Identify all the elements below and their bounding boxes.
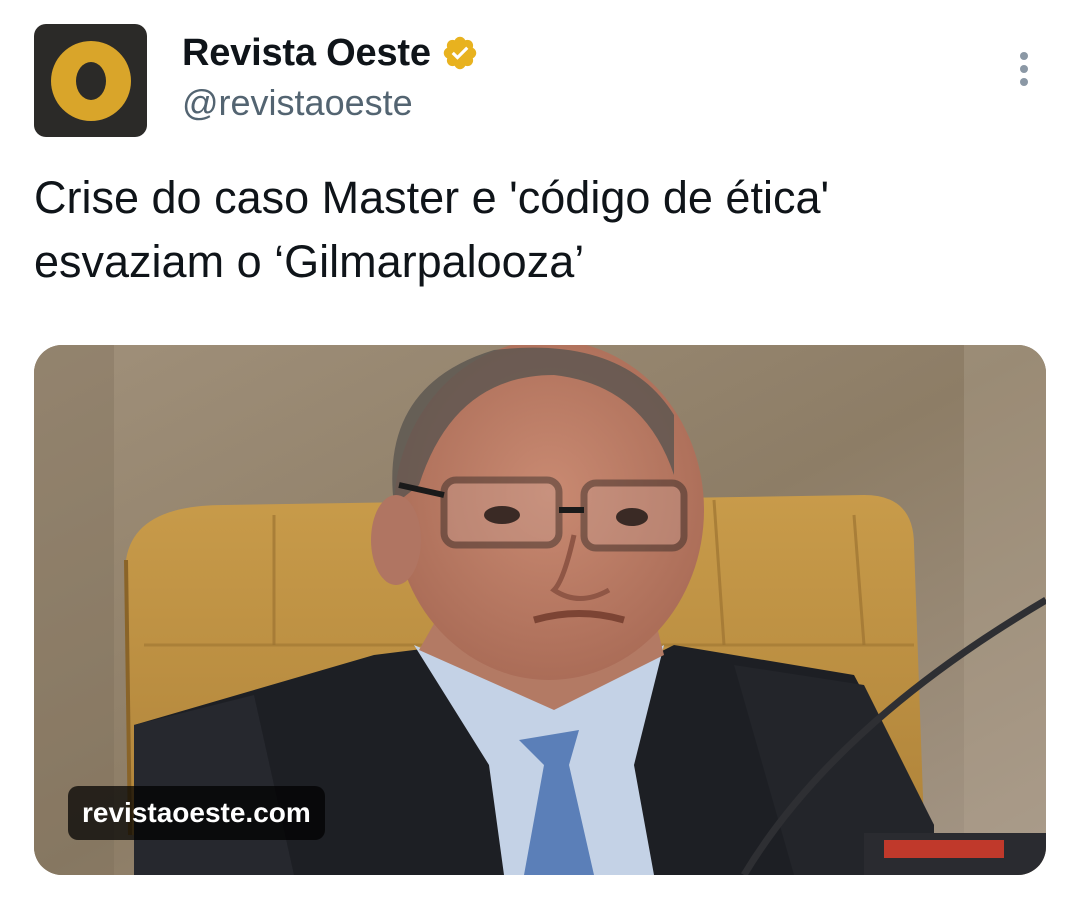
display-name-row: Revista Oeste	[182, 30, 479, 76]
tweet[interactable]: Revista Oeste @revistaoeste Crise do cas…	[0, 0, 1080, 902]
account-handle[interactable]: @revistaoeste	[182, 82, 413, 124]
verified-badge-icon[interactable]	[441, 34, 479, 72]
more-options-icon	[1020, 52, 1028, 86]
revista-oeste-logo-icon	[50, 40, 131, 121]
account-avatar[interactable]	[34, 24, 147, 137]
tweet-text: Crise do caso Master e 'código de ética'…	[34, 172, 830, 287]
link-domain-badge[interactable]: revistaoeste.com	[68, 786, 325, 840]
link-card-image[interactable]: revistaoeste.com	[34, 345, 1046, 875]
more-options-button[interactable]	[1004, 46, 1044, 92]
display-name[interactable]: Revista Oeste	[182, 32, 431, 75]
